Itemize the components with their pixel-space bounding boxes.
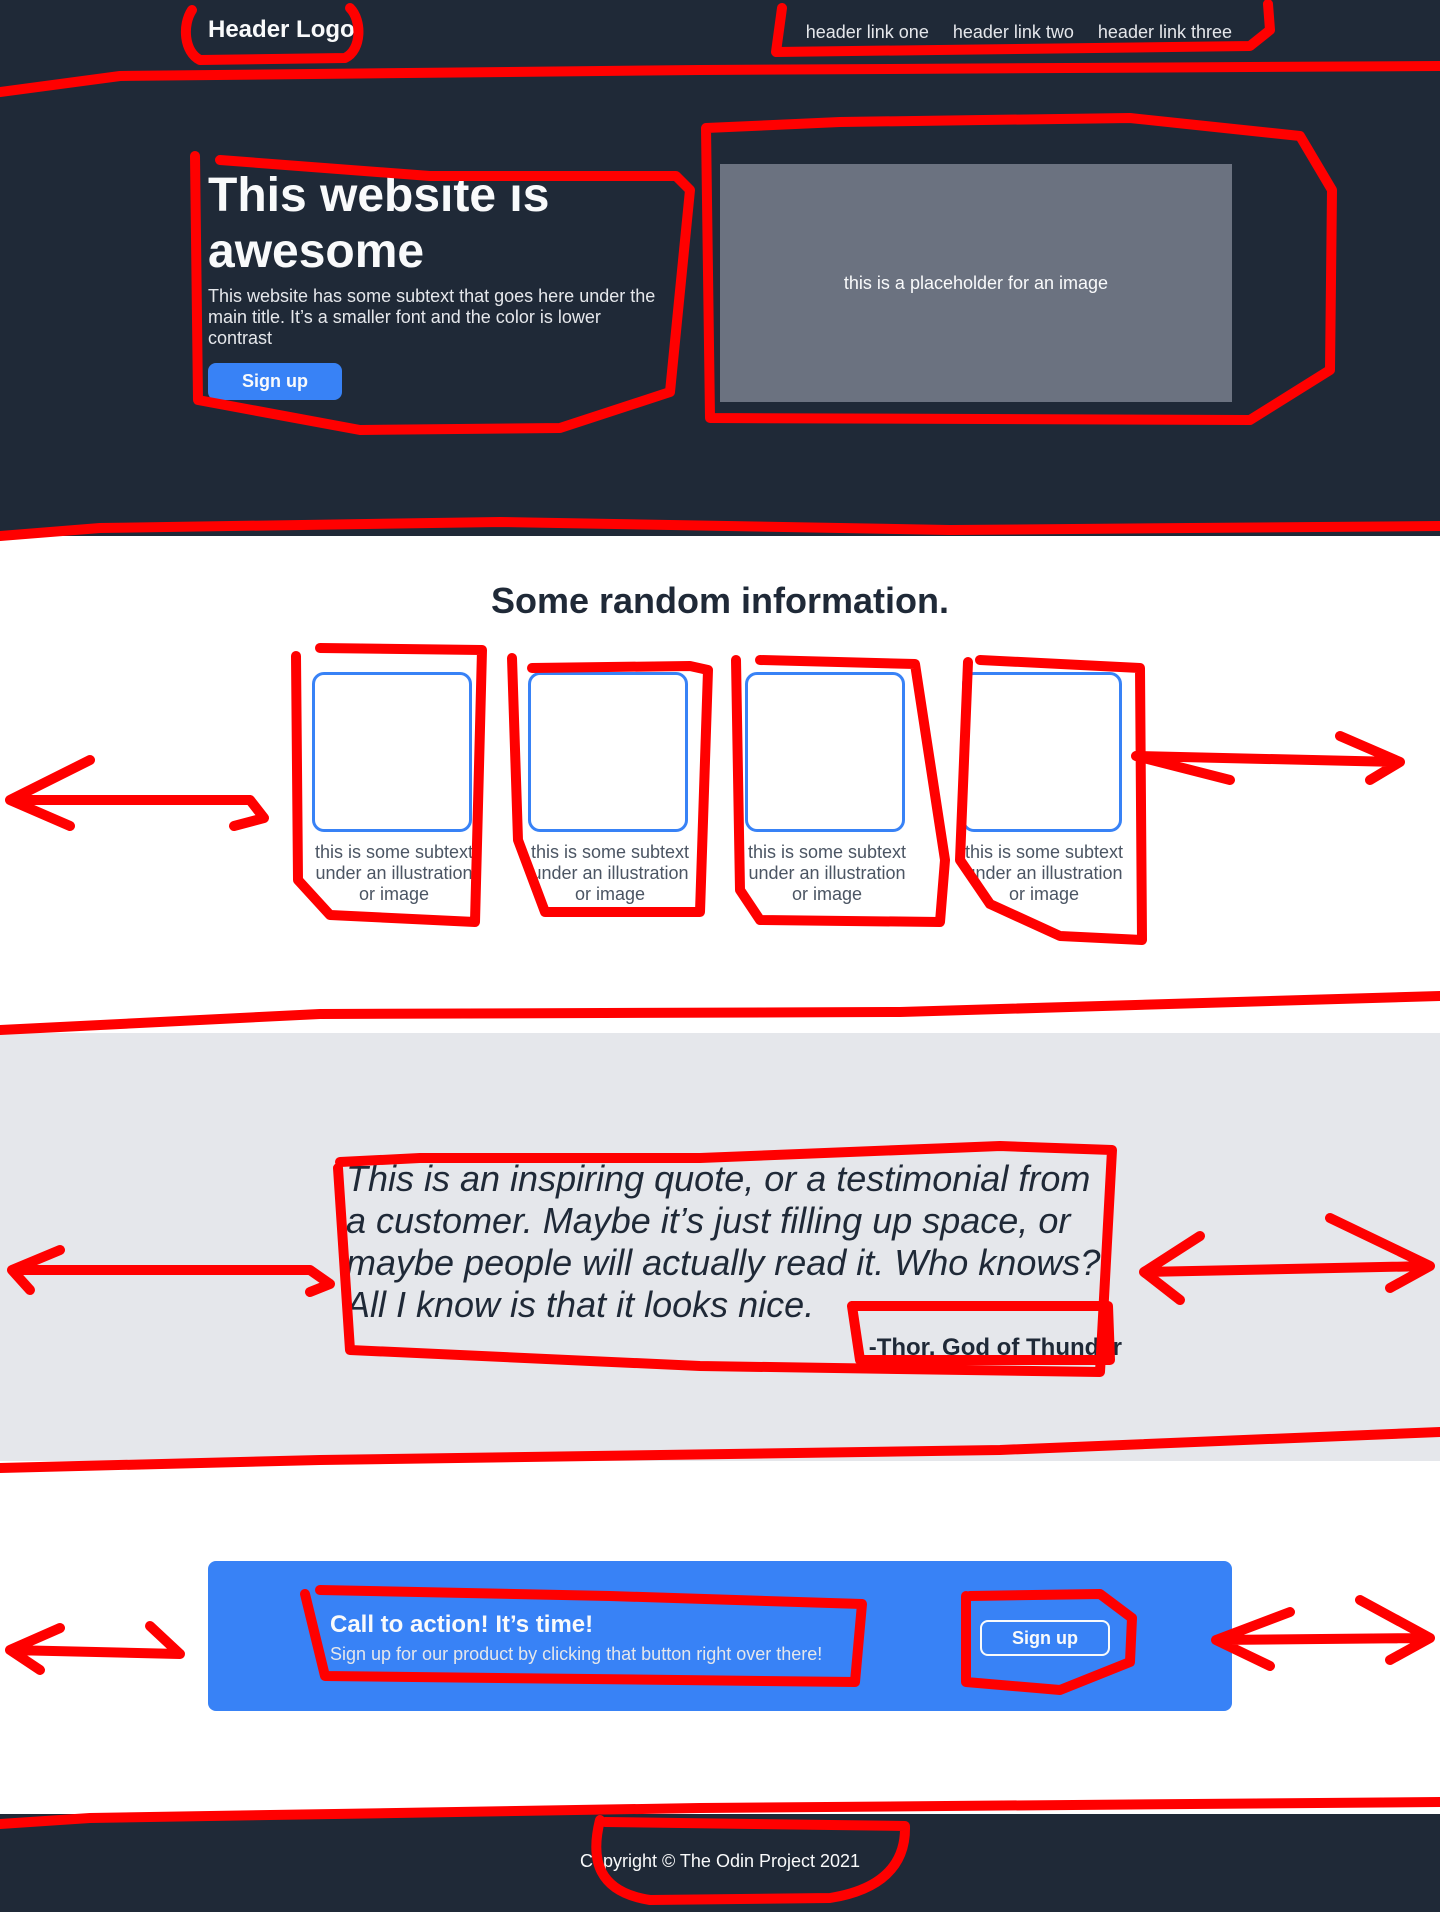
card-subtext: this is some subtext under an illustrati… — [747, 842, 907, 904]
hero-text-block: This website is awesome This website has… — [208, 168, 668, 400]
header-link-three[interactable]: header link three — [1098, 22, 1232, 43]
card-subtext: this is some subtext under an illustrati… — [964, 842, 1124, 904]
testimonial: This is an inspiring quote, or a testimo… — [346, 1158, 1122, 1361]
card-illustration — [528, 672, 688, 832]
header-nav: header link one header link two header l… — [806, 22, 1232, 43]
hero-subtext: This website has some subtext that goes … — [208, 286, 656, 348]
card-illustration — [312, 672, 472, 832]
info-card: this is some subtext under an illustrati… — [962, 672, 1128, 905]
info-cards: this is some subtext under an illustrati… — [312, 672, 1132, 912]
annotation-arrow-left — [5, 1621, 185, 1675]
card-illustration — [962, 672, 1122, 832]
hero-image-placeholder: this is a placeholder for an image — [720, 164, 1232, 402]
cta-title: Call to action! It’s time! — [330, 1611, 594, 1638]
card-subtext: this is some subtext under an illustrati… — [530, 842, 690, 904]
annotation-section-divider — [0, 991, 1440, 1035]
info-card: this is some subtext under an illustrati… — [528, 672, 694, 905]
footer-copyright: Copyright © The Odin Project 2021 — [579, 1851, 861, 1871]
cta-signup-button[interactable]: Sign up — [980, 1620, 1110, 1656]
annotation-arrow-right — [1211, 1595, 1435, 1671]
info-card: this is some subtext under an illustrati… — [745, 672, 911, 905]
header-link-two[interactable]: header link two — [953, 22, 1074, 43]
quote-author: -Thor, God of Thunder — [868, 1334, 1122, 1361]
cta-subtext: Sign up for our product by clicking that… — [330, 1644, 823, 1664]
hero-image-placeholder-text: this is a placeholder for an image — [843, 272, 1109, 293]
annotation-arrow-right — [1131, 731, 1405, 785]
call-to-action: Call to action! It’s time! Sign up for o… — [208, 1561, 1232, 1711]
annotation-arrow-left — [5, 755, 269, 831]
hero-signup-button[interactable]: Sign up — [208, 363, 342, 400]
info-card: this is some subtext under an illustrati… — [312, 672, 478, 905]
quote-text: This is an inspiring quote, or a testimo… — [346, 1158, 1101, 1325]
card-illustration — [745, 672, 905, 832]
hero-title: This website is awesome — [208, 169, 550, 278]
header-logo[interactable]: Header Logo — [208, 16, 355, 44]
header-link-one[interactable]: header link one — [806, 22, 929, 43]
card-subtext: this is some subtext under an illustrati… — [314, 842, 474, 904]
info-title: Some random information. — [490, 580, 950, 621]
